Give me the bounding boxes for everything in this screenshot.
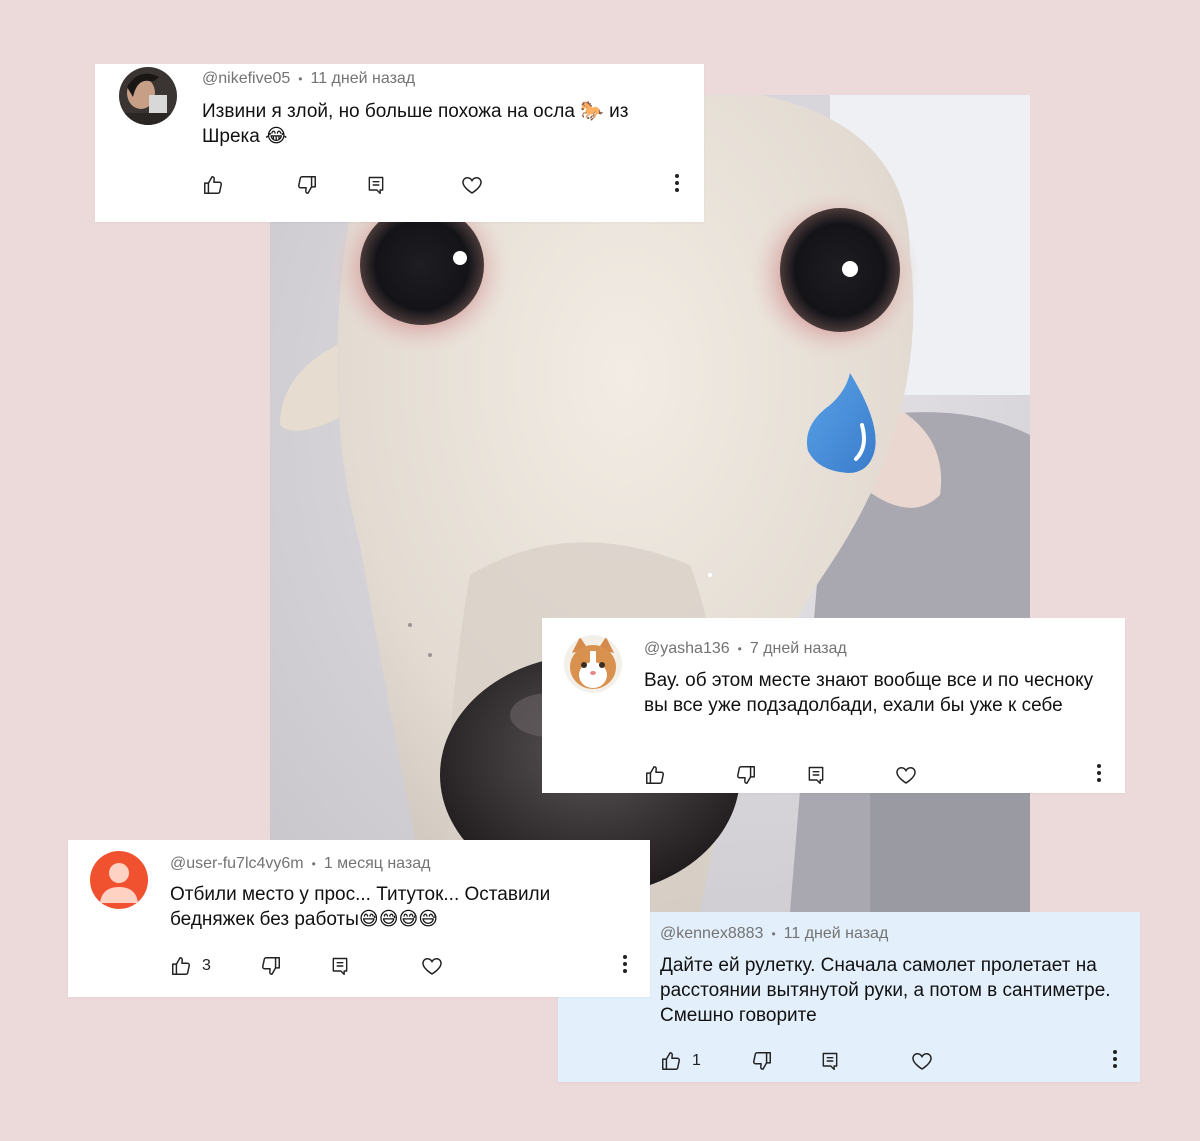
more-vertical-icon [1096, 763, 1102, 788]
username[interactable]: @user-fu7lc4vy6m [170, 855, 304, 872]
comment-text: Отбили место у прос... Титуток... Остави… [170, 884, 551, 930]
like-button[interactable]: 3 [170, 951, 211, 981]
timestamp[interactable]: 7 дней назад [750, 640, 847, 657]
more-options-button[interactable] [667, 170, 687, 200]
reply-button[interactable] [366, 170, 386, 200]
separator-dot: • [311, 857, 316, 871]
comment-meta: @user-fu7lc4vy6m • 1 месяц назад [170, 855, 430, 873]
dislike-button[interactable] [260, 951, 282, 981]
heart-button[interactable] [910, 1046, 934, 1076]
reply-icon [820, 1051, 840, 1071]
avatar[interactable] [119, 67, 177, 125]
separator-dot: • [737, 642, 742, 656]
reply-icon [330, 956, 350, 976]
thumbs-up-icon [170, 955, 192, 977]
thumbs-down-icon [735, 764, 757, 786]
thumbs-up-icon [660, 1050, 682, 1072]
reply-button[interactable] [806, 760, 826, 790]
more-options-button[interactable] [1105, 1046, 1125, 1076]
like-button[interactable]: 1 [660, 1046, 701, 1076]
separator-dot: • [298, 72, 303, 86]
like-count: 1 [692, 1052, 701, 1069]
comment-meta: @kennex8883 • 11 дней назад [660, 925, 888, 943]
heart-button[interactable] [420, 951, 444, 981]
reply-icon [806, 765, 826, 785]
timestamp[interactable]: 11 дней назад [311, 70, 416, 87]
more-options-button[interactable] [1089, 760, 1109, 790]
comment-actions [644, 760, 1114, 790]
comment-card: @nikefive05 • 11 дней назад Извини я злой,… [95, 64, 704, 222]
comment-text: Дайте ей рулетку. Сначала самолет пролет… [660, 955, 1111, 1026]
comment-card: @user-fu7lc4vy6m • 1 месяц назад Отбили ме… [68, 840, 650, 997]
comment-actions: 3 [170, 951, 635, 981]
timestamp[interactable]: 11 дней назад [784, 925, 889, 942]
thumbs-up-icon [644, 764, 666, 786]
more-vertical-icon [1112, 1049, 1118, 1074]
comment-card: @yasha136 • 7 дней назад Вау. об этом мест… [542, 618, 1125, 793]
heart-button[interactable] [460, 170, 484, 200]
username[interactable]: @nikefive05 [202, 70, 290, 87]
heart-icon [910, 1049, 934, 1073]
avatar[interactable] [564, 635, 622, 693]
dislike-button[interactable] [735, 760, 757, 790]
thumbs-down-icon [751, 1050, 773, 1072]
like-button[interactable] [202, 170, 234, 200]
username[interactable]: @yasha136 [644, 640, 730, 657]
more-vertical-icon [622, 954, 628, 979]
heart-icon [460, 173, 484, 197]
comment-actions: 1 [660, 1046, 1125, 1076]
username[interactable]: @kennex8883 [660, 925, 763, 942]
comment-meta: @nikefive05 • 11 дней назад [202, 70, 415, 88]
separator-dot: • [771, 927, 776, 941]
thumbs-down-icon [260, 955, 282, 977]
comment-text: Вау. об этом месте знают вообще все и по… [644, 670, 1094, 716]
more-vertical-icon [674, 173, 680, 198]
timestamp[interactable]: 1 месяц назад [324, 855, 431, 872]
comment-meta: @yasha136 • 7 дней назад [644, 640, 847, 658]
reply-icon [366, 175, 386, 195]
default-avatar[interactable] [90, 851, 148, 909]
thumbs-up-icon [202, 174, 224, 196]
like-count: 3 [202, 957, 211, 974]
thumbs-down-icon [296, 174, 318, 196]
dislike-button[interactable] [751, 1046, 773, 1076]
like-button[interactable] [644, 760, 676, 790]
more-options-button[interactable] [615, 951, 635, 981]
comment-actions [202, 170, 692, 200]
heart-icon [420, 954, 444, 978]
reply-button[interactable] [820, 1046, 840, 1076]
comment-text: Извини я злой, но больше похожа на осла … [202, 101, 629, 147]
heart-icon [894, 763, 918, 787]
dislike-button[interactable] [296, 170, 318, 200]
reply-button[interactable] [330, 951, 350, 981]
heart-button[interactable] [894, 760, 918, 790]
